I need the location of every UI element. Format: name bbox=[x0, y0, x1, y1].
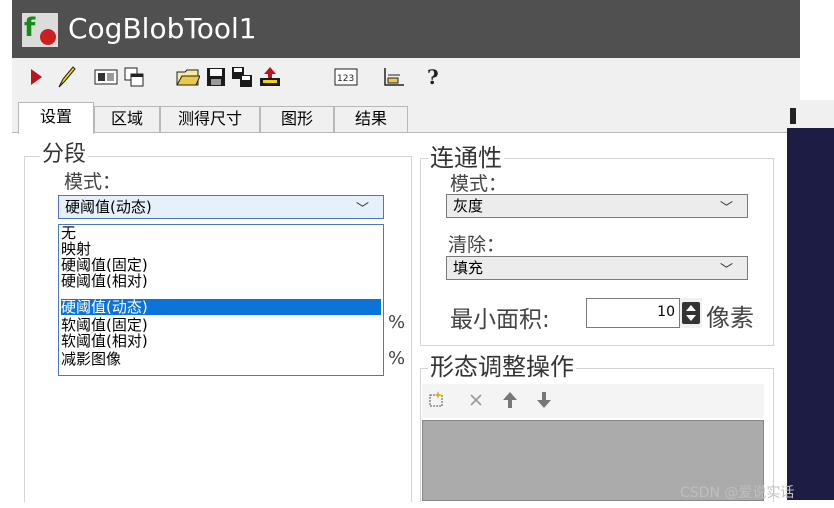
cleanup-value: 填充 bbox=[453, 259, 484, 277]
min-area-label: 最小面积: bbox=[450, 307, 550, 333]
connectivity-mode-label: 模式： bbox=[450, 174, 508, 192]
percent-unit-1: % bbox=[388, 312, 406, 333]
segmentation-legend: 分段 bbox=[40, 142, 89, 167]
results-graph-icon[interactable] bbox=[382, 64, 406, 90]
tab-settings[interactable]: 设置 bbox=[18, 102, 94, 134]
spin-arrows-icon[interactable] bbox=[680, 298, 702, 328]
chevron-down-icon[interactable]: ﹀ bbox=[356, 199, 369, 221]
chevron-down-icon[interactable]: ﹀ bbox=[720, 260, 733, 282]
edit-icon[interactable] bbox=[54, 64, 78, 90]
tab-measurements[interactable]: 测得尺寸 bbox=[160, 106, 260, 133]
morphology-legend: 形态调整操作 bbox=[428, 353, 576, 381]
min-area-value: 10 bbox=[657, 304, 675, 320]
segmentation-mode-label: 模式： bbox=[64, 172, 122, 190]
cleanup-combo[interactable]: 填充 ﹀ bbox=[446, 256, 748, 280]
dropdown-option[interactable]: 映射 bbox=[61, 241, 381, 257]
load-icon[interactable] bbox=[258, 64, 282, 90]
run-icon[interactable] bbox=[24, 64, 48, 90]
tab-results[interactable]: 结果 bbox=[334, 106, 408, 133]
window-title: CogBlobTool1 bbox=[68, 12, 257, 45]
dropdown-option[interactable]: 软阈值(固定) bbox=[61, 317, 381, 333]
dropdown-option[interactable]: 硬阈值(相对) bbox=[61, 273, 381, 289]
copy-windows-icon[interactable] bbox=[122, 64, 146, 90]
move-up-icon[interactable] bbox=[502, 390, 518, 414]
save-icon[interactable] bbox=[204, 64, 228, 90]
cleanup-label: 清除： bbox=[448, 234, 506, 254]
app-icon: f bbox=[22, 13, 58, 47]
counter-123-icon[interactable]: 123 bbox=[334, 64, 358, 90]
help-icon[interactable]: ? bbox=[422, 64, 446, 90]
image-display-icon[interactable] bbox=[94, 64, 118, 90]
connectivity-mode-combo[interactable]: 灰度 ﹀ bbox=[446, 194, 748, 218]
tab-graphics[interactable]: 图形 bbox=[260, 106, 334, 133]
svg-text:?: ? bbox=[427, 65, 439, 89]
toolbar: 123 ? bbox=[12, 58, 800, 100]
segmentation-mode-value: 硬阈值(动态) bbox=[65, 198, 152, 216]
min-area-input[interactable]: 10 bbox=[586, 298, 680, 328]
dropdown-option-selected[interactable]: 硬阈值(动态) bbox=[61, 299, 381, 315]
dropdown-option[interactable]: 减影图像 bbox=[61, 351, 381, 367]
min-area-unit: 像素 bbox=[706, 304, 754, 332]
save-with-image-icon[interactable] bbox=[230, 64, 254, 90]
tab-region[interactable]: 区域 bbox=[94, 106, 160, 133]
segmentation-mode-combo[interactable]: 硬阈值(动态) ﹀ bbox=[58, 195, 384, 219]
delete-icon[interactable] bbox=[468, 390, 484, 412]
watermark: CSDN @爱说实话 bbox=[680, 485, 795, 501]
dropdown-option[interactable]: 无 bbox=[61, 225, 381, 241]
connectivity-legend: 连通性 bbox=[428, 144, 504, 172]
segmentation-mode-dropdown: 无 映射 硬阈值(固定) 硬阈值(相对) 硬阈值(动态) 软阈值(固定) 软阈值… bbox=[58, 224, 384, 376]
open-folder-icon[interactable] bbox=[176, 64, 200, 90]
dropdown-option[interactable]: 软阈值(相对) bbox=[61, 333, 381, 349]
tab-strip: 设置 区域 测得尺寸 图形 结果 bbox=[12, 100, 788, 134]
morphology-toolbar bbox=[422, 384, 764, 418]
svg-text:123: 123 bbox=[337, 74, 354, 84]
move-down-icon[interactable] bbox=[536, 390, 552, 414]
new-item-icon[interactable] bbox=[428, 390, 446, 412]
min-area-stepper[interactable] bbox=[680, 298, 702, 328]
chevron-down-icon[interactable]: ﹀ bbox=[720, 198, 733, 220]
connectivity-mode-value: 灰度 bbox=[453, 197, 484, 215]
percent-unit-2: % bbox=[388, 348, 406, 369]
docked-panel-edge bbox=[787, 100, 834, 500]
dropdown-option[interactable]: 硬阈值(固定) bbox=[61, 257, 381, 273]
